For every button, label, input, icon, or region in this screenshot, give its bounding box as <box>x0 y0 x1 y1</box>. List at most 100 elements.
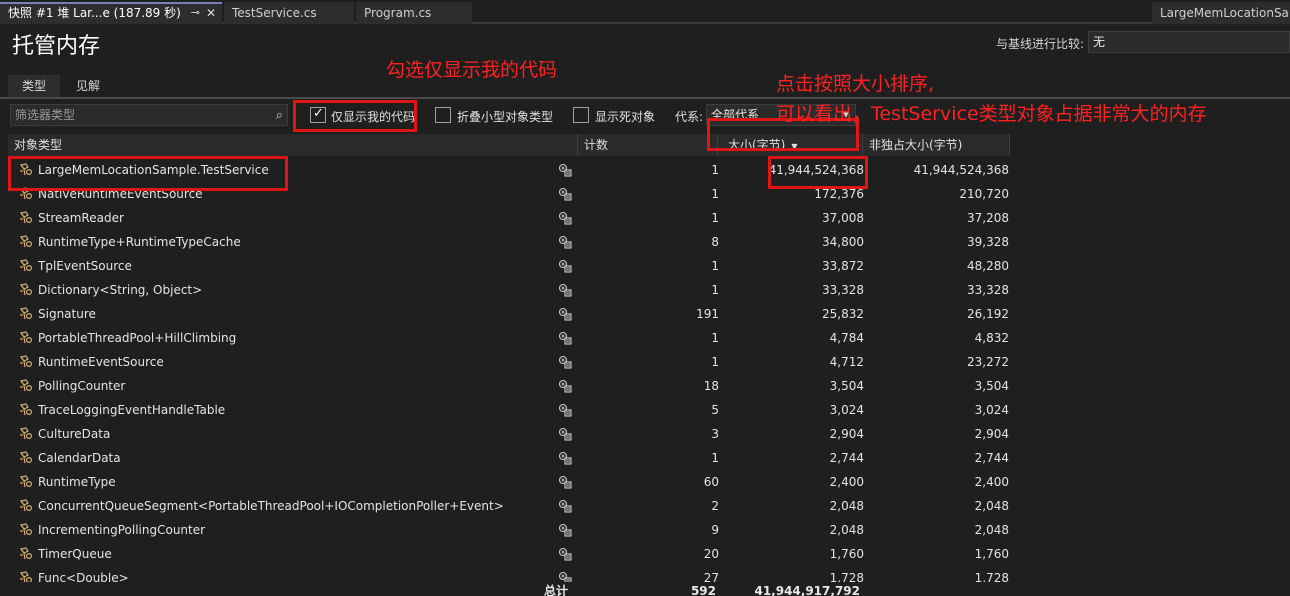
type-name-cell: RuntimeType <box>38 475 116 489</box>
show-dead-label[interactable]: 显示死对象 <box>595 108 655 125</box>
references-icon[interactable] <box>558 163 572 177</box>
show-dead-checkbox[interactable] <box>573 107 589 123</box>
subtab-insights[interactable]: 见解 <box>62 75 114 97</box>
inclusive-size-cell: 3,024 <box>974 403 1009 417</box>
generation-label: 代系: <box>675 110 704 124</box>
class-type-icon <box>18 475 34 489</box>
table-row[interactable]: IncrementingPollingCounter 9 2,048 2,048 <box>8 518 1010 542</box>
type-name-cell: RuntimeEventSource <box>38 355 164 369</box>
size-cell: 2,048 <box>829 499 864 513</box>
inclusive-size-cell: 41,944,524,368 <box>913 163 1009 177</box>
size-cell: 33,872 <box>822 259 864 273</box>
type-name-cell: RuntimeType+RuntimeTypeCache <box>38 235 241 249</box>
table-row[interactable]: Dictionary<String, Object> 1 33,328 33,328 <box>8 278 1010 302</box>
size-cell: 4,784 <box>829 331 864 345</box>
close-icon[interactable]: ✕ <box>206 4 216 22</box>
table-row[interactable]: TraceLoggingEventHandleTable 5 3,024 3,024 <box>8 398 1010 422</box>
class-type-icon <box>18 211 34 225</box>
table-row[interactable]: CultureData 3 2,904 2,904 <box>8 422 1010 446</box>
references-icon[interactable] <box>558 379 572 393</box>
grid-header: 对象类型 计数 大小(字节) ▼ 非独占大小(字节) <box>8 134 1010 156</box>
tab-program-cs[interactable]: Program.cs <box>356 2 472 24</box>
inclusive-size-cell: 2,904 <box>974 427 1009 441</box>
table-row[interactable]: RuntimeType+RuntimeTypeCache 8 34,800 39,32… <box>8 230 1010 254</box>
collapse-small-label[interactable]: 折叠小型对象类型 <box>457 108 553 125</box>
references-icon[interactable] <box>558 427 572 441</box>
inclusive-size-cell: 4,832 <box>974 331 1009 345</box>
references-icon[interactable] <box>558 259 572 273</box>
references-icon[interactable] <box>558 211 572 225</box>
references-icon[interactable] <box>558 571 572 582</box>
filter-type-input[interactable]: 筛选器类型 ⌕ <box>10 104 288 126</box>
type-name-cell: TraceLoggingEventHandleTable <box>38 403 226 417</box>
inclusive-size-cell: 2,048 <box>974 499 1009 513</box>
type-name-cell: PortableThreadPool+HillClimbing <box>38 331 237 345</box>
table-row[interactable]: StreamReader 1 37,008 37,208 <box>8 206 1010 230</box>
size-cell: 3,024 <box>829 403 864 417</box>
table-row[interactable]: PortableThreadPool+HillClimbing 1 4,784 4,8… <box>8 326 1010 350</box>
references-icon[interactable] <box>558 547 572 561</box>
references-icon[interactable] <box>558 187 572 201</box>
count-cell: 1 <box>711 187 719 201</box>
baseline-select[interactable]: 无 <box>1088 31 1290 53</box>
baseline-label: 与基线进行比较: <box>996 37 1085 51</box>
class-type-icon <box>18 259 34 273</box>
annotation-box-testservice <box>8 156 288 191</box>
totals-count: 592 <box>690 584 716 596</box>
pin-icon[interactable]: ⊸ <box>191 4 200 22</box>
size-cell: 4,712 <box>829 355 864 369</box>
inclusive-size-cell: 33,328 <box>967 283 1009 297</box>
table-row[interactable]: TplEventSource 1 33,872 48,280 <box>8 254 1010 278</box>
tab-testservice-cs[interactable]: TestService.cs <box>224 2 354 24</box>
annotation-sort-note-2: 可以看出，TestService类型对象占据非常大的内存 <box>776 103 1207 125</box>
references-icon[interactable] <box>558 331 572 345</box>
table-row[interactable]: CalendarData 1 2,744 2,744 <box>8 446 1010 470</box>
table-row[interactable]: Func<Double> 27 1,728 1,728 <box>8 566 1010 582</box>
references-icon[interactable] <box>558 283 572 297</box>
size-cell: 2,400 <box>829 475 864 489</box>
inclusive-size-cell: 39,328 <box>967 235 1009 249</box>
column-header-count[interactable]: 计数 <box>578 134 718 156</box>
count-cell: 1 <box>711 283 719 297</box>
inclusive-size-cell: 210,720 <box>959 187 1009 201</box>
size-cell: 2,048 <box>829 523 864 537</box>
collapse-small-checkbox[interactable] <box>435 107 451 123</box>
size-cell: 1,728 <box>829 571 864 582</box>
count-cell: 1 <box>711 259 719 273</box>
tab-testservice-label: TestService.cs <box>232 6 317 20</box>
references-icon[interactable] <box>558 451 572 465</box>
column-header-type[interactable]: 对象类型 <box>8 134 578 156</box>
references-icon[interactable] <box>558 475 572 489</box>
subtab-types[interactable]: 类型 <box>8 75 61 97</box>
table-row[interactable]: RuntimeType 60 2,400 2,400 <box>8 470 1010 494</box>
totals-size: 41,944,917,792 <box>754 584 860 596</box>
tab-largemem[interactable]: LargeMemLocationSar <box>1152 2 1290 24</box>
count-cell: 60 <box>703 475 719 489</box>
table-row[interactable]: TimerQueue 20 1,760 1,760 <box>8 542 1010 566</box>
table-row[interactable]: ConcurrentQueueSegment<PortableThreadPoo… <box>8 494 1010 518</box>
class-type-icon <box>18 571 34 582</box>
search-icon[interactable]: ⌕ <box>276 106 283 126</box>
column-header-inclusive[interactable]: 非独占大小(字节) <box>863 134 1010 156</box>
table-row[interactable]: PollingCounter 18 3,504 3,504 <box>8 374 1010 398</box>
references-icon[interactable] <box>558 355 572 369</box>
type-name-cell: Func<Double> <box>38 571 129 582</box>
size-cell: 34,800 <box>822 235 864 249</box>
references-icon[interactable] <box>558 403 572 417</box>
references-icon[interactable] <box>558 499 572 513</box>
table-row[interactable]: Signature 191 25,832 26,192 <box>8 302 1010 326</box>
tab-snapshot[interactable]: 快照 #1 堆 Lar...e (187.89 秒) ⊸ ✕ <box>0 2 222 24</box>
count-cell: 27 <box>703 571 719 582</box>
type-name-cell: IncrementingPollingCounter <box>38 523 206 537</box>
annotation-sort-note-1: 点击按照大小排序, <box>776 73 935 95</box>
count-cell: 1 <box>711 355 719 369</box>
count-cell: 1 <box>711 211 719 225</box>
references-icon[interactable] <box>558 307 572 321</box>
annotation-box-size-value <box>768 156 868 189</box>
inclusive-size-cell: 1,760 <box>974 547 1009 561</box>
table-row[interactable]: RuntimeEventSource 1 4,712 23,272 <box>8 350 1010 374</box>
references-icon[interactable] <box>558 523 572 537</box>
class-type-icon <box>18 451 34 465</box>
references-icon[interactable] <box>558 235 572 249</box>
document-tab-strip: 快照 #1 堆 Lar...e (187.89 秒) ⊸ ✕ TestServi… <box>0 0 1290 24</box>
